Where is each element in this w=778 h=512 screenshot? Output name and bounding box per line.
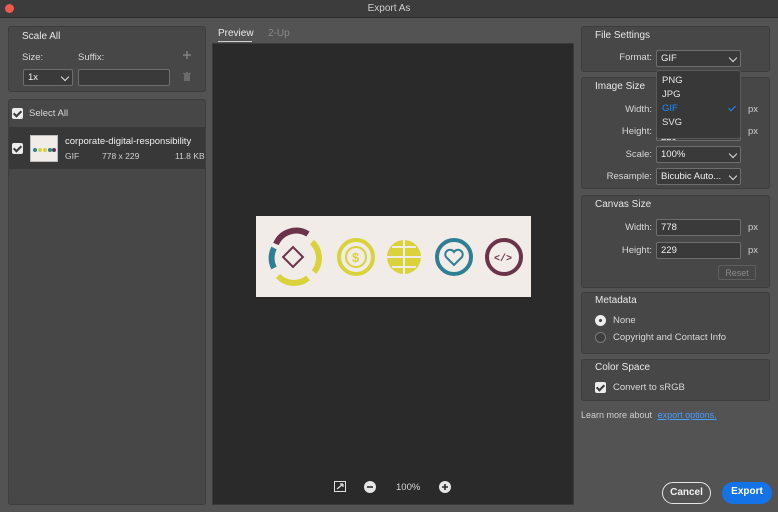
asset-dimensions: 778 x 229 [102,151,140,161]
canvas-size-panel: Canvas Size Width: 778 px Height: 229 px… [581,195,770,288]
suffix-label: Suffix: [78,52,105,63]
image-height-unit: px [748,126,759,137]
asset-checkbox[interactable] [12,143,23,154]
zoom-out-icon[interactable] [364,481,376,493]
asset-row[interactable]: corporate-digital-responsibility GIF 778… [9,127,205,169]
chevron-down-icon [728,149,738,159]
export-button[interactable]: Export [722,482,772,504]
globe-icon [387,240,421,274]
color-space-title: Color Space [595,362,651,373]
metadata-copyright-label: Copyright and Contact Info [613,332,727,343]
format-option-gif[interactable]: GIF [657,102,740,116]
asset-thumbnail [30,135,58,162]
convert-srgb-label: Convert to sRGB [613,382,685,393]
tab-preview[interactable]: Preview [218,28,254,39]
plus-icon[interactable] [183,51,191,59]
reset-button[interactable]: Reset [718,265,756,280]
asset-size: 11.8 KB [175,151,205,161]
heart-cycle-icon [435,238,473,276]
resample-value: Bicubic Auto... [661,171,722,182]
format-label: Format: [619,52,652,63]
fit-screen-icon[interactable] [334,481,346,492]
zoom-in-icon[interactable] [439,481,451,493]
format-option-svg[interactable]: SVG [657,116,740,130]
zoom-level: 100% [396,482,421,493]
convert-srgb-checkbox[interactable] [595,382,606,393]
format-option-jpg[interactable]: JPG [657,88,740,102]
image-size-title: Image Size [595,81,646,92]
resample-label: Resample: [606,171,652,182]
metadata-none-label: None [613,315,636,326]
learn-more-label: Learn more about [581,410,653,420]
canvas-width-unit: px [748,222,759,233]
tab-preview-underline [218,41,252,42]
metadata-panel: Metadata None Copyright and Contact Info [581,292,770,354]
preview-canvas: $ </> [212,43,574,505]
format-option-png[interactable]: PNG [657,74,740,88]
canvas-height-unit: px [748,245,759,256]
image-width-label: Width: [625,104,652,115]
format-dropdown-menu: PNG JPG GIF SVG [656,70,741,139]
metadata-copyright-radio[interactable] [595,332,606,343]
format-option-gif-label: GIF [662,103,678,114]
tab-2up[interactable]: 2-Up [268,28,290,39]
resample-select[interactable]: Bicubic Auto... [656,168,741,185]
preview-image: $ </> [256,216,531,297]
asset-format: GIF [65,151,80,161]
canvas-height-label: Height: [621,245,652,256]
size-select[interactable]: 1x [23,69,73,86]
select-all-label: Select All [29,108,69,119]
scale-value: 100% [661,149,686,160]
canvas-size-title: Canvas Size [595,199,652,210]
size-label: Size: [22,52,44,63]
metadata-none-radio[interactable] [595,315,606,326]
select-all-checkbox[interactable] [12,108,23,119]
chevron-down-icon [728,53,738,63]
canvas-width-label: Width: [625,222,652,233]
scale-select[interactable]: 100% [656,146,741,163]
color-space-panel: Color Space Convert to sRGB [581,359,770,401]
scale-all-panel: Scale All Size: Suffix: 1x [8,26,206,92]
learn-more-text: Learn more about export options. [581,410,717,420]
svg-text:$: $ [352,250,360,265]
trash-icon[interactable] [183,72,191,81]
size-value: 1x [28,72,39,83]
format-select[interactable]: GIF [656,50,741,67]
file-settings-panel: File Settings Format: GIF [581,26,770,72]
canvas-width-input[interactable]: 778 [656,219,741,236]
title-bar: Export As [0,0,778,18]
chevron-down-icon [60,72,70,82]
export-options-link[interactable]: export options. [658,410,717,420]
image-height-label: Height: [621,126,652,137]
cycle-arrows-icon [268,227,322,286]
window-title: Export As [367,3,411,14]
scale-label: Scale: [625,149,652,160]
code-cycle-icon: </> [485,238,523,276]
cancel-button[interactable]: Cancel [662,482,711,504]
format-value: GIF [661,53,677,64]
asset-name: corporate-digital-responsibility [65,136,192,147]
file-settings-title: File Settings [595,30,651,41]
suffix-input[interactable] [78,69,170,86]
image-width-unit: px [748,104,759,115]
scale-all-title: Scale All [22,31,61,42]
metadata-title: Metadata [595,295,637,306]
chevron-down-icon [728,171,738,181]
checkmark-icon [728,103,736,112]
assets-panel: Select All corporate-digital-responsibil… [8,99,206,505]
canvas-height-input[interactable]: 229 [656,242,741,259]
svg-text:</>: </> [494,253,512,265]
dollar-cycle-icon: $ [337,238,375,276]
